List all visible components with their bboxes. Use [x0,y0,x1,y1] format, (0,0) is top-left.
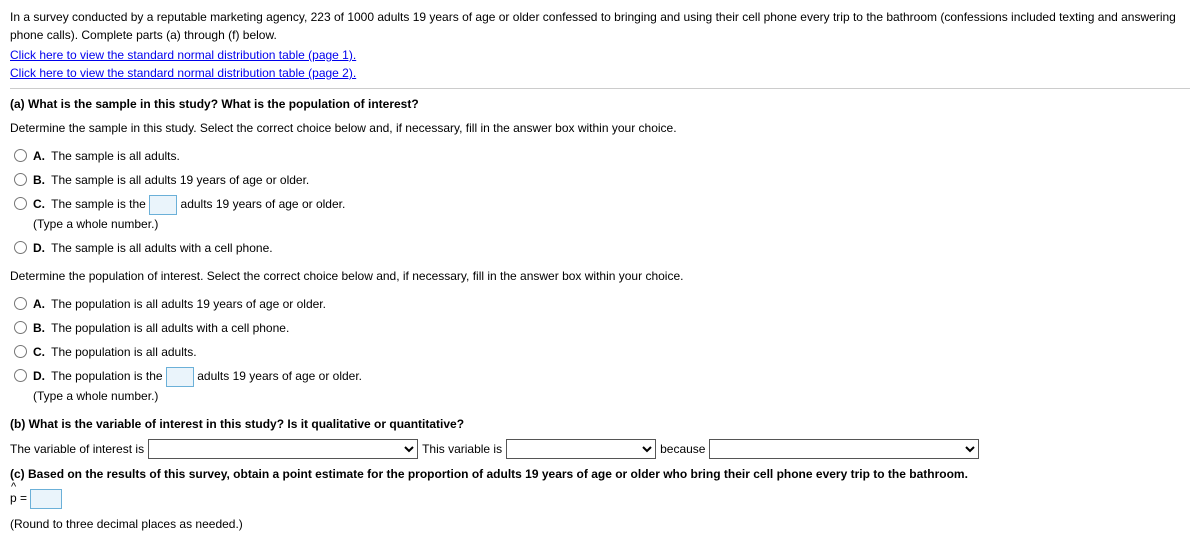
divider [10,88,1190,89]
pop-option-b[interactable]: B. The population is all adults with a c… [33,319,289,337]
sample-c-hint: (Type a whole number.) [33,215,345,233]
part-c-hint: (Round to three decimal places as needed… [10,515,1190,533]
reason-select[interactable] [709,439,979,459]
phat-line: p = [10,489,1190,509]
pop-option-c[interactable]: C. The population is all adults. [33,343,197,361]
sample-instruction: Determine the sample in this study. Sele… [10,119,1190,137]
part-b-inputs: The variable of interest is This variabl… [10,439,1190,459]
part-c-prompt-text: (c) Based on the results of this survey,… [10,467,968,481]
part-c-prompt: (c) Based on the results of this survey,… [10,465,1190,483]
population-instruction: Determine the population of interest. Se… [10,267,1190,285]
sample-option-a[interactable]: A. The sample is all adults. [33,147,180,165]
sample-radio-c[interactable] [14,197,27,210]
sample-options: A. The sample is all adults. B. The samp… [14,147,1190,257]
part-a-prompt: (a) What is the sample in this study? Wh… [10,95,1190,113]
pop-radio-d[interactable] [14,369,27,382]
part-b-mid2: because [660,440,705,458]
pop-radio-a[interactable] [14,297,27,310]
sample-c-input[interactable] [149,195,177,215]
sample-option-b[interactable]: B. The sample is all adults 19 years of … [33,171,309,189]
part-b-pre1: The variable of interest is [10,440,144,458]
table-link-2[interactable]: Click here to view the standard normal d… [10,64,356,82]
part-b-prompt-text: (b) What is the variable of interest in … [10,417,464,431]
sample-option-d[interactable]: D. The sample is all adults with a cell … [33,239,273,257]
part-a-prompt-text: (a) What is the sample in this study? Wh… [10,97,419,111]
pop-option-a[interactable]: A. The population is all adults 19 years… [33,295,326,313]
table-link-1[interactable]: Click here to view the standard normal d… [10,46,356,64]
part-b-prompt: (b) What is the variable of interest in … [10,415,1190,433]
phat-symbol: p = [10,489,27,507]
sample-radio-d[interactable] [14,241,27,254]
pop-d-input[interactable] [166,367,194,387]
intro-text: In a survey conducted by a reputable mar… [10,8,1190,44]
part-b-mid1: This variable is [422,440,502,458]
type-select[interactable] [506,439,656,459]
sample-radio-b[interactable] [14,173,27,186]
pop-option-d[interactable]: D. The population is the adults 19 years… [33,367,362,405]
population-options: A. The population is all adults 19 years… [14,295,1190,405]
pop-radio-c[interactable] [14,345,27,358]
pop-radio-b[interactable] [14,321,27,334]
sample-radio-a[interactable] [14,149,27,162]
phat-input[interactable] [30,489,62,509]
pop-d-hint: (Type a whole number.) [33,387,362,405]
variable-select[interactable] [148,439,418,459]
sample-option-c[interactable]: C. The sample is the adults 19 years of … [33,195,345,233]
